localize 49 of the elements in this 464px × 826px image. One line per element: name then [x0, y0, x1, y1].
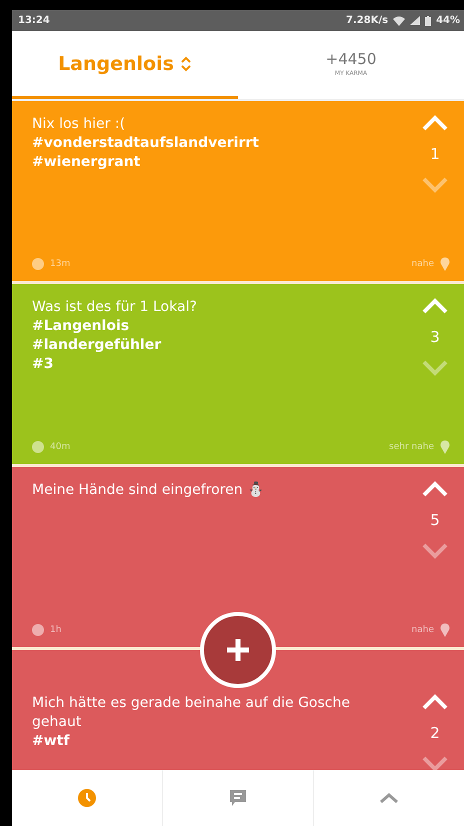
- vote-count: 1: [430, 145, 440, 163]
- upvote-icon[interactable]: [422, 115, 448, 131]
- post-time: 40m: [50, 442, 70, 452]
- status-time: 13:24: [18, 15, 50, 26]
- post-text: #wtf: [32, 732, 70, 751]
- clock-icon: [32, 624, 44, 636]
- downvote-icon[interactable]: [422, 543, 448, 559]
- post-text: #wienergrant: [32, 153, 140, 172]
- vote-count: 5: [430, 511, 440, 529]
- pin-icon: [440, 623, 450, 637]
- vote-count: 3: [430, 328, 440, 346]
- post-time: 13m: [50, 259, 70, 269]
- post-distance: sehr nahe: [389, 442, 434, 452]
- downvote-icon[interactable]: [422, 756, 448, 770]
- downvote-icon[interactable]: [422, 177, 448, 193]
- upvote-icon[interactable]: [422, 694, 448, 710]
- post-card[interactable]: Mich hätte es gerade beinahe auf die Gosche gehaut #wtf 2: [12, 650, 464, 770]
- post-card[interactable]: Meine Hände sind eingefroren ⛄ 5 1h nahe: [12, 467, 464, 647]
- post-text: Was ist des für 1 Lokal?: [32, 298, 197, 317]
- upvote-icon[interactable]: [422, 298, 448, 314]
- pin-icon: [440, 440, 450, 454]
- wifi-icon: [393, 16, 406, 26]
- battery-icon: [425, 16, 432, 26]
- post-text: #vonderstadtaufslandverirrt: [32, 134, 259, 153]
- pin-icon: [440, 257, 450, 271]
- post-text: Nix los hier :(: [32, 115, 126, 134]
- post-text: #3: [32, 355, 54, 374]
- post-text: #landergefühler: [32, 336, 162, 355]
- plus-icon: [225, 637, 251, 663]
- sort-arrows-icon: [180, 56, 192, 72]
- post-text: #Langenlois: [32, 317, 130, 336]
- network-speed: 7.28K/s: [346, 15, 388, 26]
- post-text: Mich hätte es gerade beinahe auf die Gosche gehaut: [32, 694, 351, 732]
- post-time: 1h: [50, 625, 62, 635]
- signal-icon: [410, 16, 420, 25]
- clock-icon: [32, 441, 44, 453]
- clock-icon: [78, 789, 96, 807]
- vote-count: 2: [430, 724, 440, 742]
- upvote-icon[interactable]: [422, 481, 448, 497]
- post-card[interactable]: Was ist des für 1 Lokal? #Langenlois #landergefühler #3 3 40m sehr nahe: [12, 284, 464, 464]
- post-card[interactable]: Nix los hier :( #vonderstadtaufslandverirrt #wienergrant 1 13m nahe: [12, 101, 464, 281]
- chat-icon: [229, 789, 247, 807]
- post-text: Meine Hände sind eingefroren ⛄: [32, 481, 264, 500]
- clock-icon: [32, 258, 44, 270]
- caret-up-icon: [379, 792, 399, 804]
- downvote-icon[interactable]: [422, 360, 448, 376]
- post-distance: nahe: [412, 625, 434, 635]
- battery-level: 44%: [436, 15, 460, 26]
- post-distance: nahe: [412, 259, 434, 269]
